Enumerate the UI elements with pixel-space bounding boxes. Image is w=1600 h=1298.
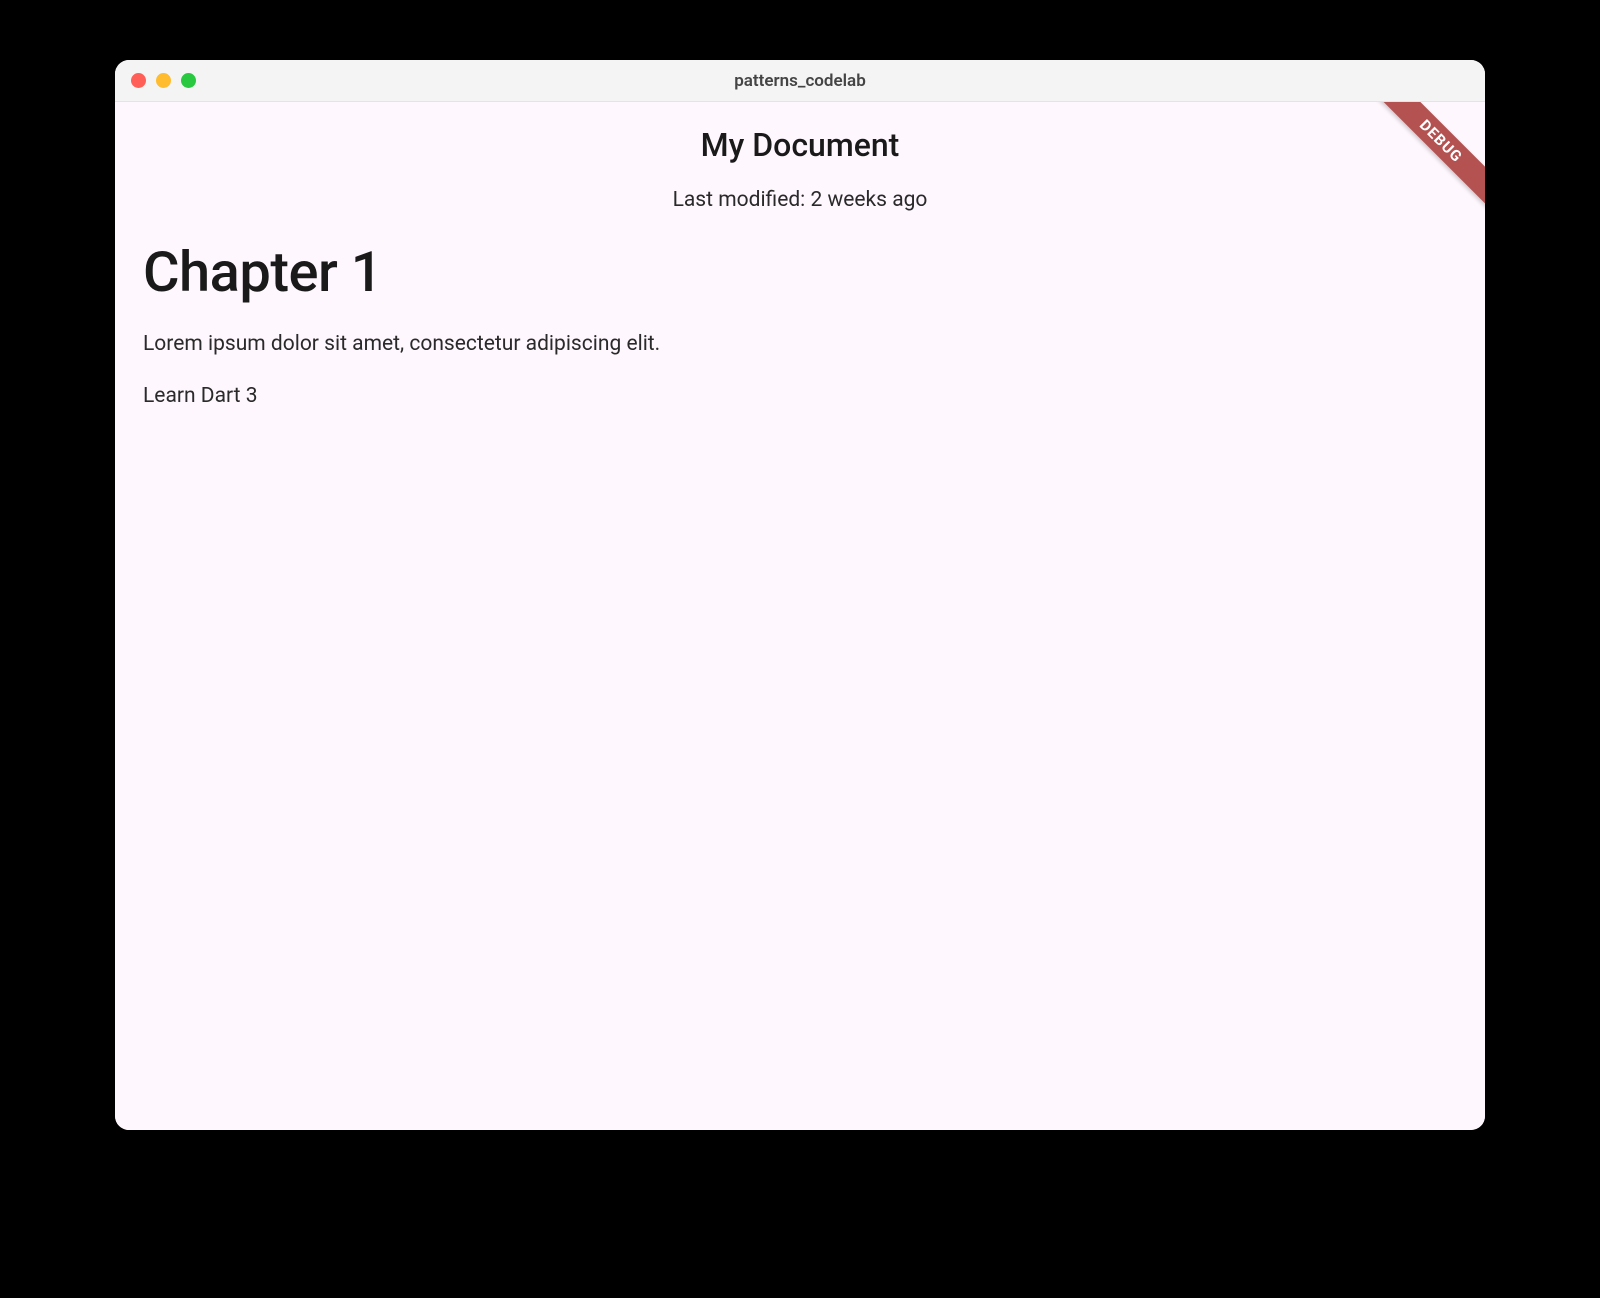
paragraph-text: Lorem ipsum dolor sit amet, consectetur … [143,332,1457,356]
chapter-heading: Chapter 1 [143,242,1457,304]
window-title: patterns_codelab [115,71,1485,91]
traffic-lights [115,73,196,88]
close-button[interactable] [131,73,146,88]
titlebar: patterns_codelab [115,60,1485,102]
app-content: DEBUG My Document Last modified: 2 weeks… [115,102,1485,1130]
app-window: patterns_codelab DEBUG My Document Last … [115,60,1485,1130]
maximize-button[interactable] [181,73,196,88]
last-modified-label: Last modified: 2 weeks ago [115,188,1485,212]
document-body: Chapter 1 Lorem ipsum dolor sit amet, co… [115,212,1485,408]
minimize-button[interactable] [156,73,171,88]
document-title: My Document [115,126,1485,164]
document-header: My Document Last modified: 2 weeks ago [115,102,1485,212]
paragraph-text-2: Learn Dart 3 [143,384,1457,408]
